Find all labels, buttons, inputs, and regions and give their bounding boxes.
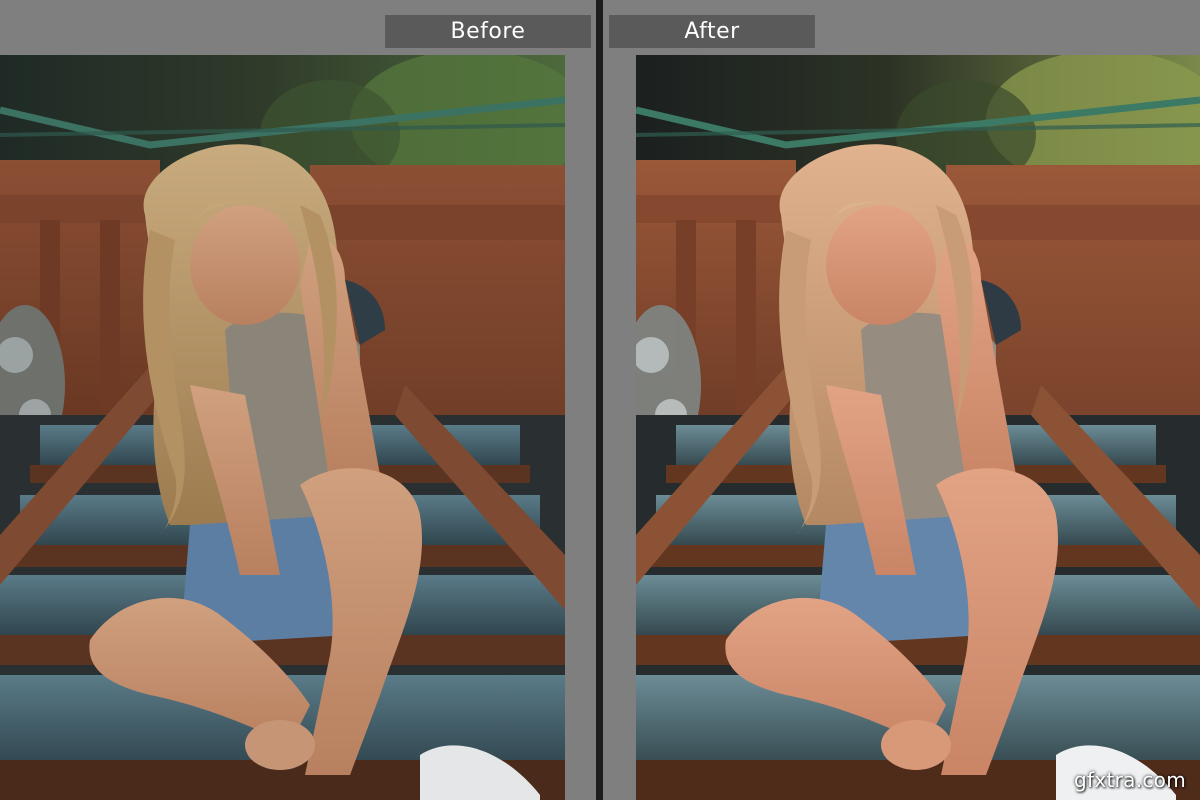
before-panel: Before xyxy=(0,0,596,800)
before-photo xyxy=(0,55,565,800)
before-after-comparison: Before After gfxtra.com xyxy=(0,0,1200,800)
after-photo xyxy=(636,55,1200,800)
split-divider xyxy=(596,0,603,800)
after-panel: After gfxtra.com xyxy=(603,0,1200,800)
before-label: Before xyxy=(385,15,591,48)
after-label: After xyxy=(609,15,815,48)
watermark-text: gfxtra.com xyxy=(1074,768,1186,792)
